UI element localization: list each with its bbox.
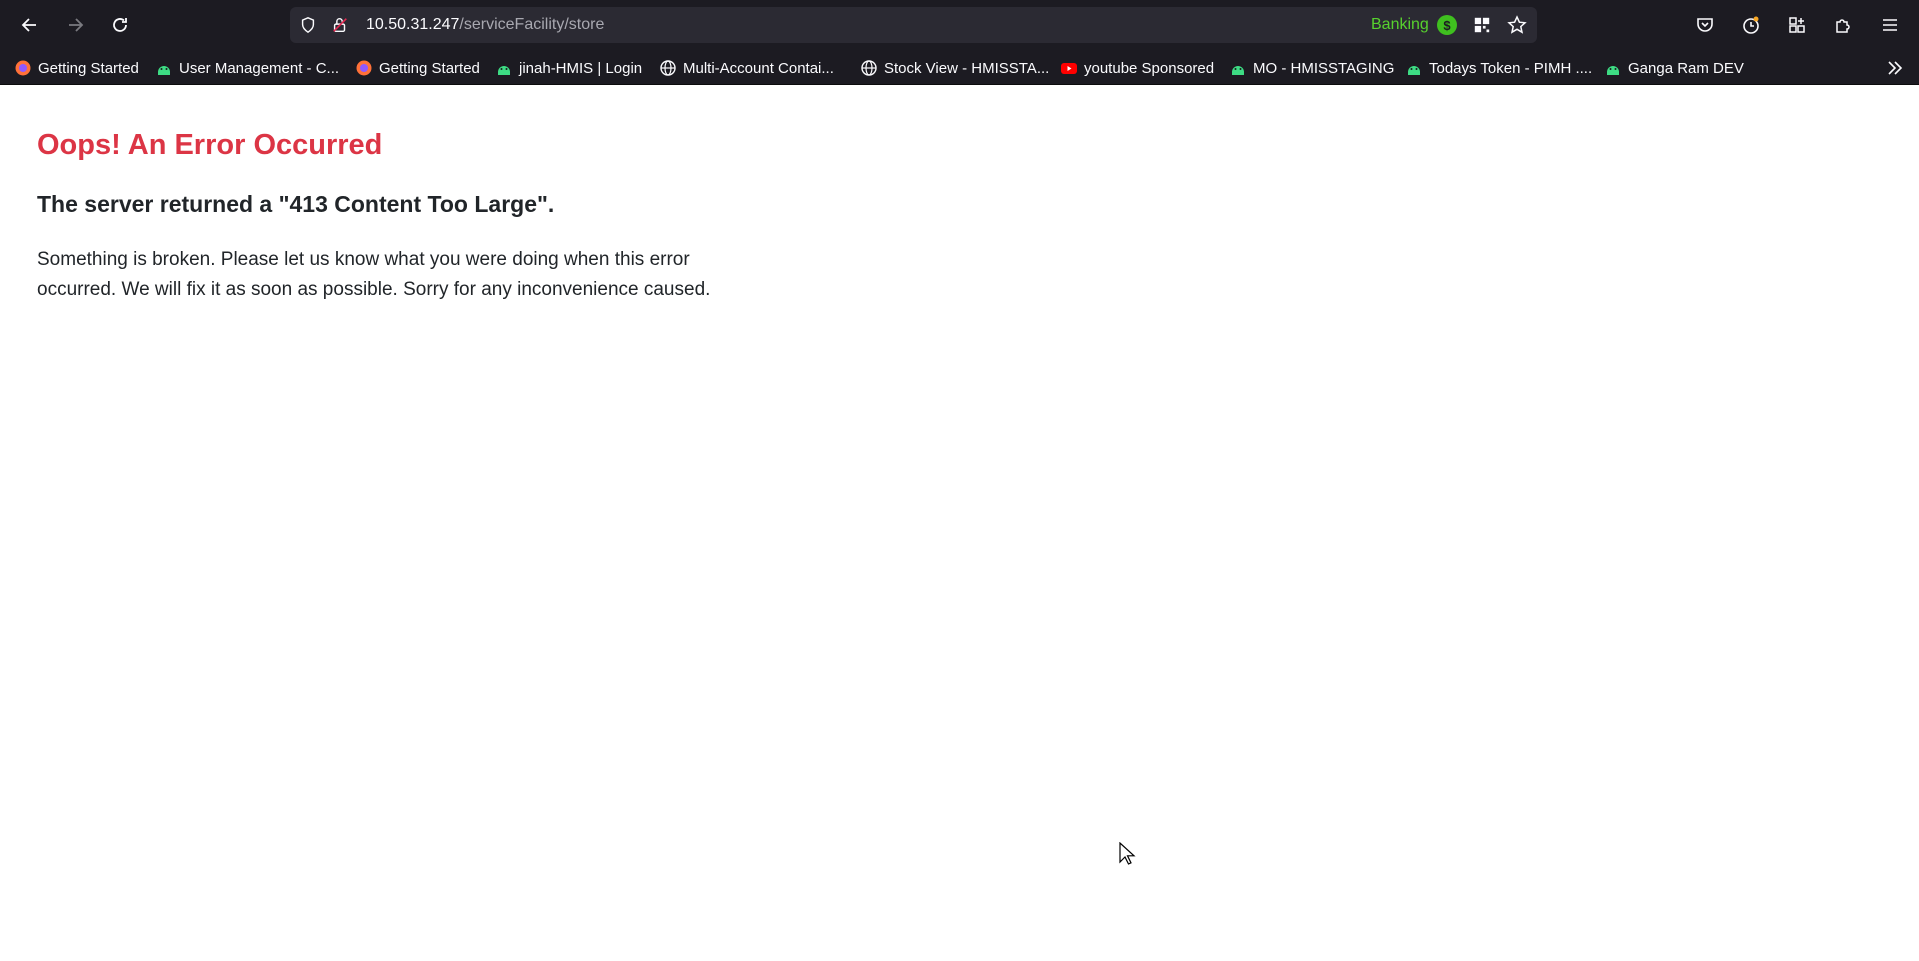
bookmark-item[interactable]: jinah-HMIS | Login [495,57,642,79]
forward-button[interactable] [59,9,91,41]
browser-toolbar: 10.50.31.247/serviceFacility/store Banki… [0,0,1919,51]
shield-icon[interactable] [298,15,318,35]
youtube-icon [1060,59,1078,77]
error-title: Oops! An Error Occurred [37,129,383,161]
url-bar[interactable]: 10.50.31.247/serviceFacility/store Banki… [290,7,1537,43]
bookmark-label: Ganga Ram DEV [1628,59,1744,77]
globe-icon [659,59,677,77]
bookmark-label: MO - HMISSTAGING [1253,59,1395,77]
android-icon [1229,59,1247,77]
container-label[interactable]: Banking [1371,16,1429,34]
bookmark-item[interactable]: Todays Token - PIMH .... [1405,57,1592,79]
android-icon [495,59,513,77]
reload-icon [113,18,127,32]
bookmarks-toolbar: Getting Started User Management - C... G… [0,51,1919,85]
firefox-icon [355,59,373,77]
android-icon [155,59,173,77]
bookmark-item[interactable]: Getting Started [14,57,139,79]
arrow-right-icon [69,18,84,32]
account-button[interactable] [1735,9,1767,41]
extensions-button[interactable] [1827,9,1859,41]
url-path: /serviceFacility/store [459,16,605,33]
android-icon [1604,59,1622,77]
extensions-grid-button[interactable] [1781,9,1813,41]
bookmark-item[interactable]: MO - HMISSTAGING [1229,57,1394,79]
url-host: 10.50.31.247 [366,16,460,33]
reload-button[interactable] [104,9,136,41]
error-subtitle: The server returned a "413 Content Too L… [37,191,555,217]
bookmark-label: Todays Token - PIMH .... [1429,59,1593,77]
bookmark-label: youtube Sponsored [1084,59,1215,77]
bookmark-item[interactable]: Getting Started [355,57,480,79]
chevrons-right-icon [1888,61,1903,75]
error-message-line: occurred. We will fix it as soon as poss… [37,279,711,300]
menu-button[interactable] [1874,9,1906,41]
error-message: Something is broken. Please let us know … [37,245,757,305]
hamburger-menu-icon [1883,19,1897,31]
bookmark-item[interactable]: User Management - C... [155,57,339,79]
mouse-cursor-icon [1119,842,1136,865]
star-icon[interactable] [1507,15,1527,35]
bookmark-item[interactable]: Ganga Ram DEV [1604,57,1744,79]
url-text[interactable]: 10.50.31.247/serviceFacility/store [366,16,604,34]
bookmark-label: jinah-HMIS | Login [519,59,643,77]
bookmark-label: Stock View - HMISSTA... [884,59,1050,77]
qr-code-icon[interactable] [1472,15,1492,35]
globe-icon [860,59,878,77]
account-icon [1743,16,1759,34]
back-button[interactable] [14,9,46,41]
extensions-grid-icon [1789,17,1805,33]
pocket-icon [1697,18,1713,32]
pocket-button[interactable] [1689,9,1721,41]
android-icon [1405,59,1423,77]
bookmark-item[interactable]: youtube Sponsored [1060,57,1214,79]
bookmarks-overflow-button[interactable] [1884,57,1906,79]
bookmark-label: Getting Started [38,59,139,77]
dollar-icon: $ [1437,15,1457,35]
bookmark-label: User Management - C... [179,59,340,77]
insecure-lock-icon[interactable] [330,15,350,35]
error-message-line: Something is broken. Please let us know … [37,249,690,270]
arrow-left-icon [21,18,36,32]
bookmark-item[interactable]: Stock View - HMISSTA... [860,57,1049,79]
bookmark-item[interactable]: Multi-Account Contai... [659,57,834,79]
bookmark-label: Multi-Account Contai... [683,59,834,77]
firefox-icon [14,59,32,77]
bookmark-label: Getting Started [379,59,480,77]
puzzle-icon [1836,19,1850,33]
